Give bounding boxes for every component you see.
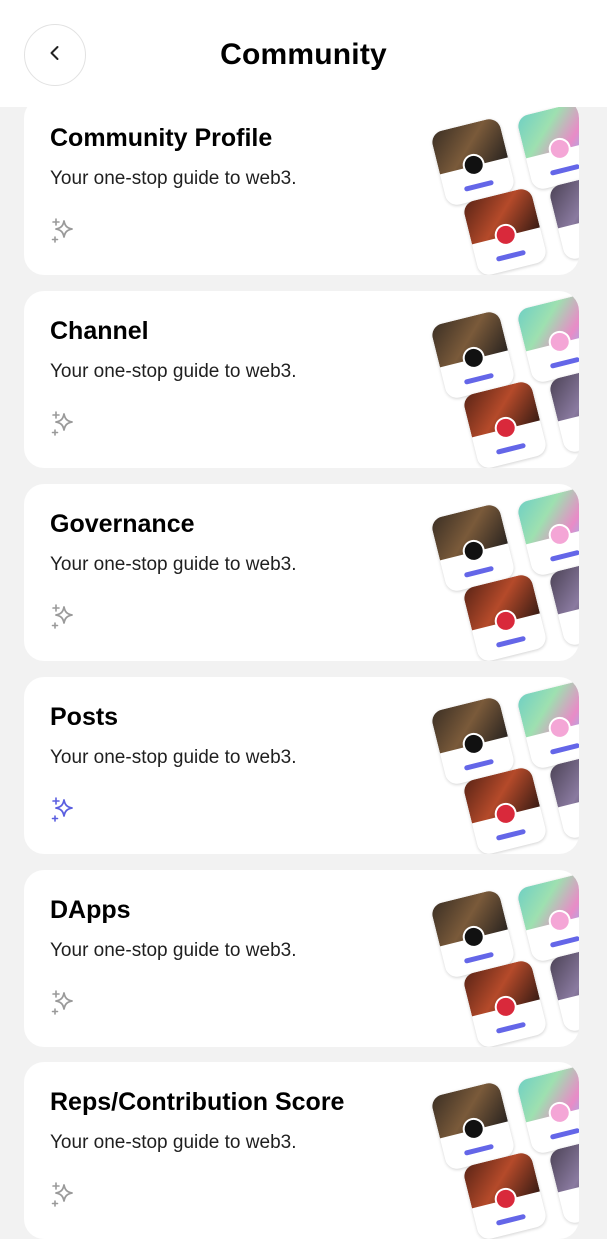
sparkle-icon[interactable]: [50, 216, 80, 246]
community-thumbnail: [461, 379, 549, 468]
card-title: Channel: [50, 317, 149, 345]
sparkle-icon[interactable]: [50, 1180, 80, 1210]
feature-card[interactable]: Reps/Contribution Score Your one-stop gu…: [24, 1062, 579, 1239]
feature-card[interactable]: Channel Your one-stop guide to web3.: [24, 291, 579, 468]
community-thumbnail: [461, 958, 549, 1047]
app-header: Community: [0, 0, 607, 107]
community-thumbnail: [461, 1150, 549, 1239]
community-thumbnail: [461, 186, 549, 275]
card-subtitle: Your one-stop guide to web3.: [50, 168, 297, 189]
community-thumbnails: [429, 293, 579, 468]
sparkle-icon[interactable]: [50, 602, 80, 632]
card-subtitle: Your one-stop guide to web3.: [50, 554, 297, 575]
sparkle-icon[interactable]: [50, 988, 80, 1018]
feature-card[interactable]: Community Profile Your one-stop guide to…: [24, 98, 579, 275]
community-thumbnail: [515, 679, 579, 771]
card-subtitle: Your one-stop guide to web3.: [50, 940, 297, 961]
community-thumbnails: [429, 679, 579, 854]
community-thumbnail: [515, 486, 579, 578]
community-thumbnail: [515, 872, 579, 964]
page-title: Community: [220, 38, 387, 71]
feature-card[interactable]: Posts Your one-stop guide to web3.: [24, 677, 579, 854]
community-thumbnail: [461, 765, 549, 854]
community-thumbnails: [429, 872, 579, 1047]
feature-card[interactable]: DApps Your one-stop guide to web3.: [24, 870, 579, 1047]
card-title: Community Profile: [50, 124, 273, 152]
card-title: DApps: [50, 896, 131, 924]
card-subtitle: Your one-stop guide to web3.: [50, 361, 297, 382]
feature-card[interactable]: Governance Your one-stop guide to web3.: [24, 484, 579, 661]
community-thumbnails: [429, 1064, 579, 1239]
community-thumbnails: [429, 486, 579, 661]
card-title: Governance: [50, 510, 195, 538]
community-thumbnail: [515, 1064, 579, 1156]
community-thumbnail: [461, 572, 549, 661]
card-subtitle: Your one-stop guide to web3.: [50, 1132, 297, 1153]
card-subtitle: Your one-stop guide to web3.: [50, 747, 297, 768]
sparkle-icon[interactable]: [50, 795, 80, 825]
card-title: Reps/Contribution Score: [50, 1088, 345, 1116]
card-title: Posts: [50, 703, 119, 731]
sparkle-icon[interactable]: [50, 409, 80, 439]
community-thumbnail: [515, 293, 579, 385]
community-thumbnails: [429, 100, 579, 275]
community-thumbnail: [515, 100, 579, 192]
